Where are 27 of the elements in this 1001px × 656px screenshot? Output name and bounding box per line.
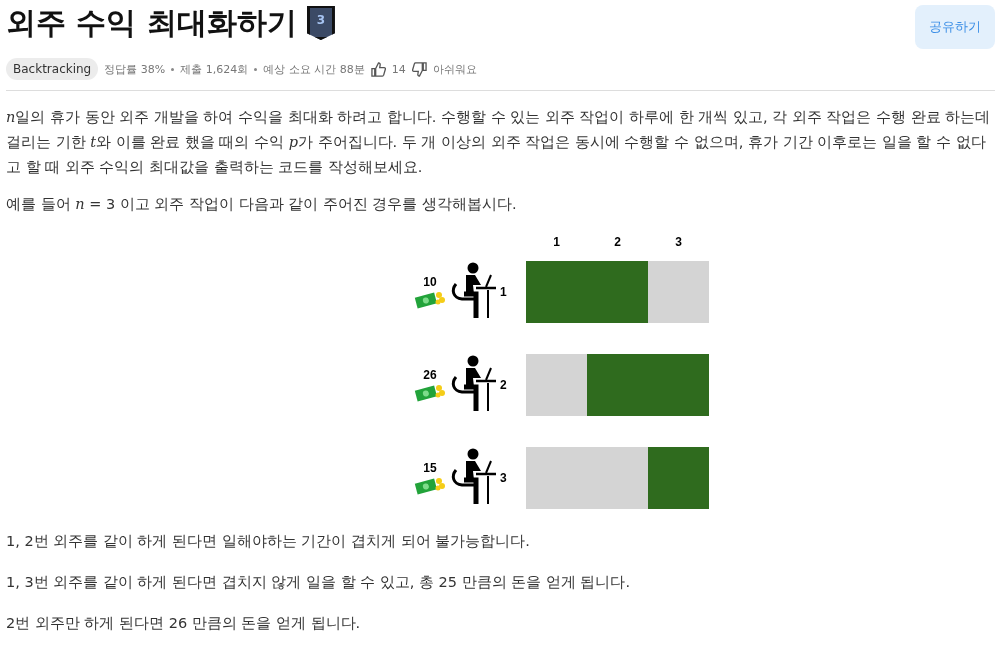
category-tag[interactable]: Backtracking	[6, 58, 99, 80]
problem-title: 외주 수익 최대화하기	[6, 4, 297, 42]
separator-dot	[171, 67, 175, 71]
job-number: 2	[500, 378, 507, 392]
day-label: 3	[674, 235, 683, 249]
dislike-label[interactable]: 아쉬워요	[432, 61, 477, 77]
level-badge: 3	[306, 6, 335, 40]
like-count: 14	[391, 62, 406, 76]
pay-amount: 10	[423, 275, 437, 289]
thumbs-up-icon[interactable]	[370, 61, 386, 77]
share-button[interactable]: 공유하기	[915, 5, 995, 49]
example-sentence: 2번 외주만 하게 된다면 26 만큼의 돈을 얻게 됩니다.	[6, 614, 362, 633]
pay-amount: 15	[423, 461, 437, 475]
description-paragraph: 예를 들어 n = 3 이고 외주 작업이 다음과 같이 주어진 경우를 생각해봅시다.	[6, 195, 518, 214]
job-number: 1	[500, 285, 507, 299]
example-sentence: 1, 2번 외주를 같이 하게 된다면 일해야하는 기간이 겹치게 되어 불가능합니다.	[6, 532, 531, 551]
separator-dot	[254, 67, 258, 71]
meta-text: 정답률 38%	[104, 61, 166, 77]
day-label: 2	[613, 235, 622, 249]
job-number: 3	[500, 471, 507, 485]
example-sentence: 1, 3번 외주를 같이 하게 된다면 겹치지 않게 일을 할 수 있고, 총 25 만큼의 돈을 얻게 됩니다.	[6, 573, 632, 592]
pay-amount: 26	[423, 368, 437, 382]
day-label: 1	[552, 235, 561, 249]
description-paragraph: n일의 휴가 동안 외주 개발을 하여 수익을 최대화 하려고 합니다. 수행할 수 있는 외주 작업이 하루에 한 개씩 있고, 각 외주 작업은 수행 완료 하는데 걸리는 기한 t와 이를 완료 했을 때의 수익 p가 주어집니다. 두 개 이상의 외주 작업은 동시에 수행할 수 없으며, 휴가 기간 이후로는 일을 할 수 없다고 할 때 외주 수익의 최대값을 출력하는 코드를 작성해보세요.	[6, 108, 992, 177]
thumbs-down-icon[interactable]	[411, 61, 427, 77]
meta-text: 제출 1,624회	[180, 61, 249, 77]
meta-text: 예상 소요 시간 88분	[263, 61, 365, 77]
